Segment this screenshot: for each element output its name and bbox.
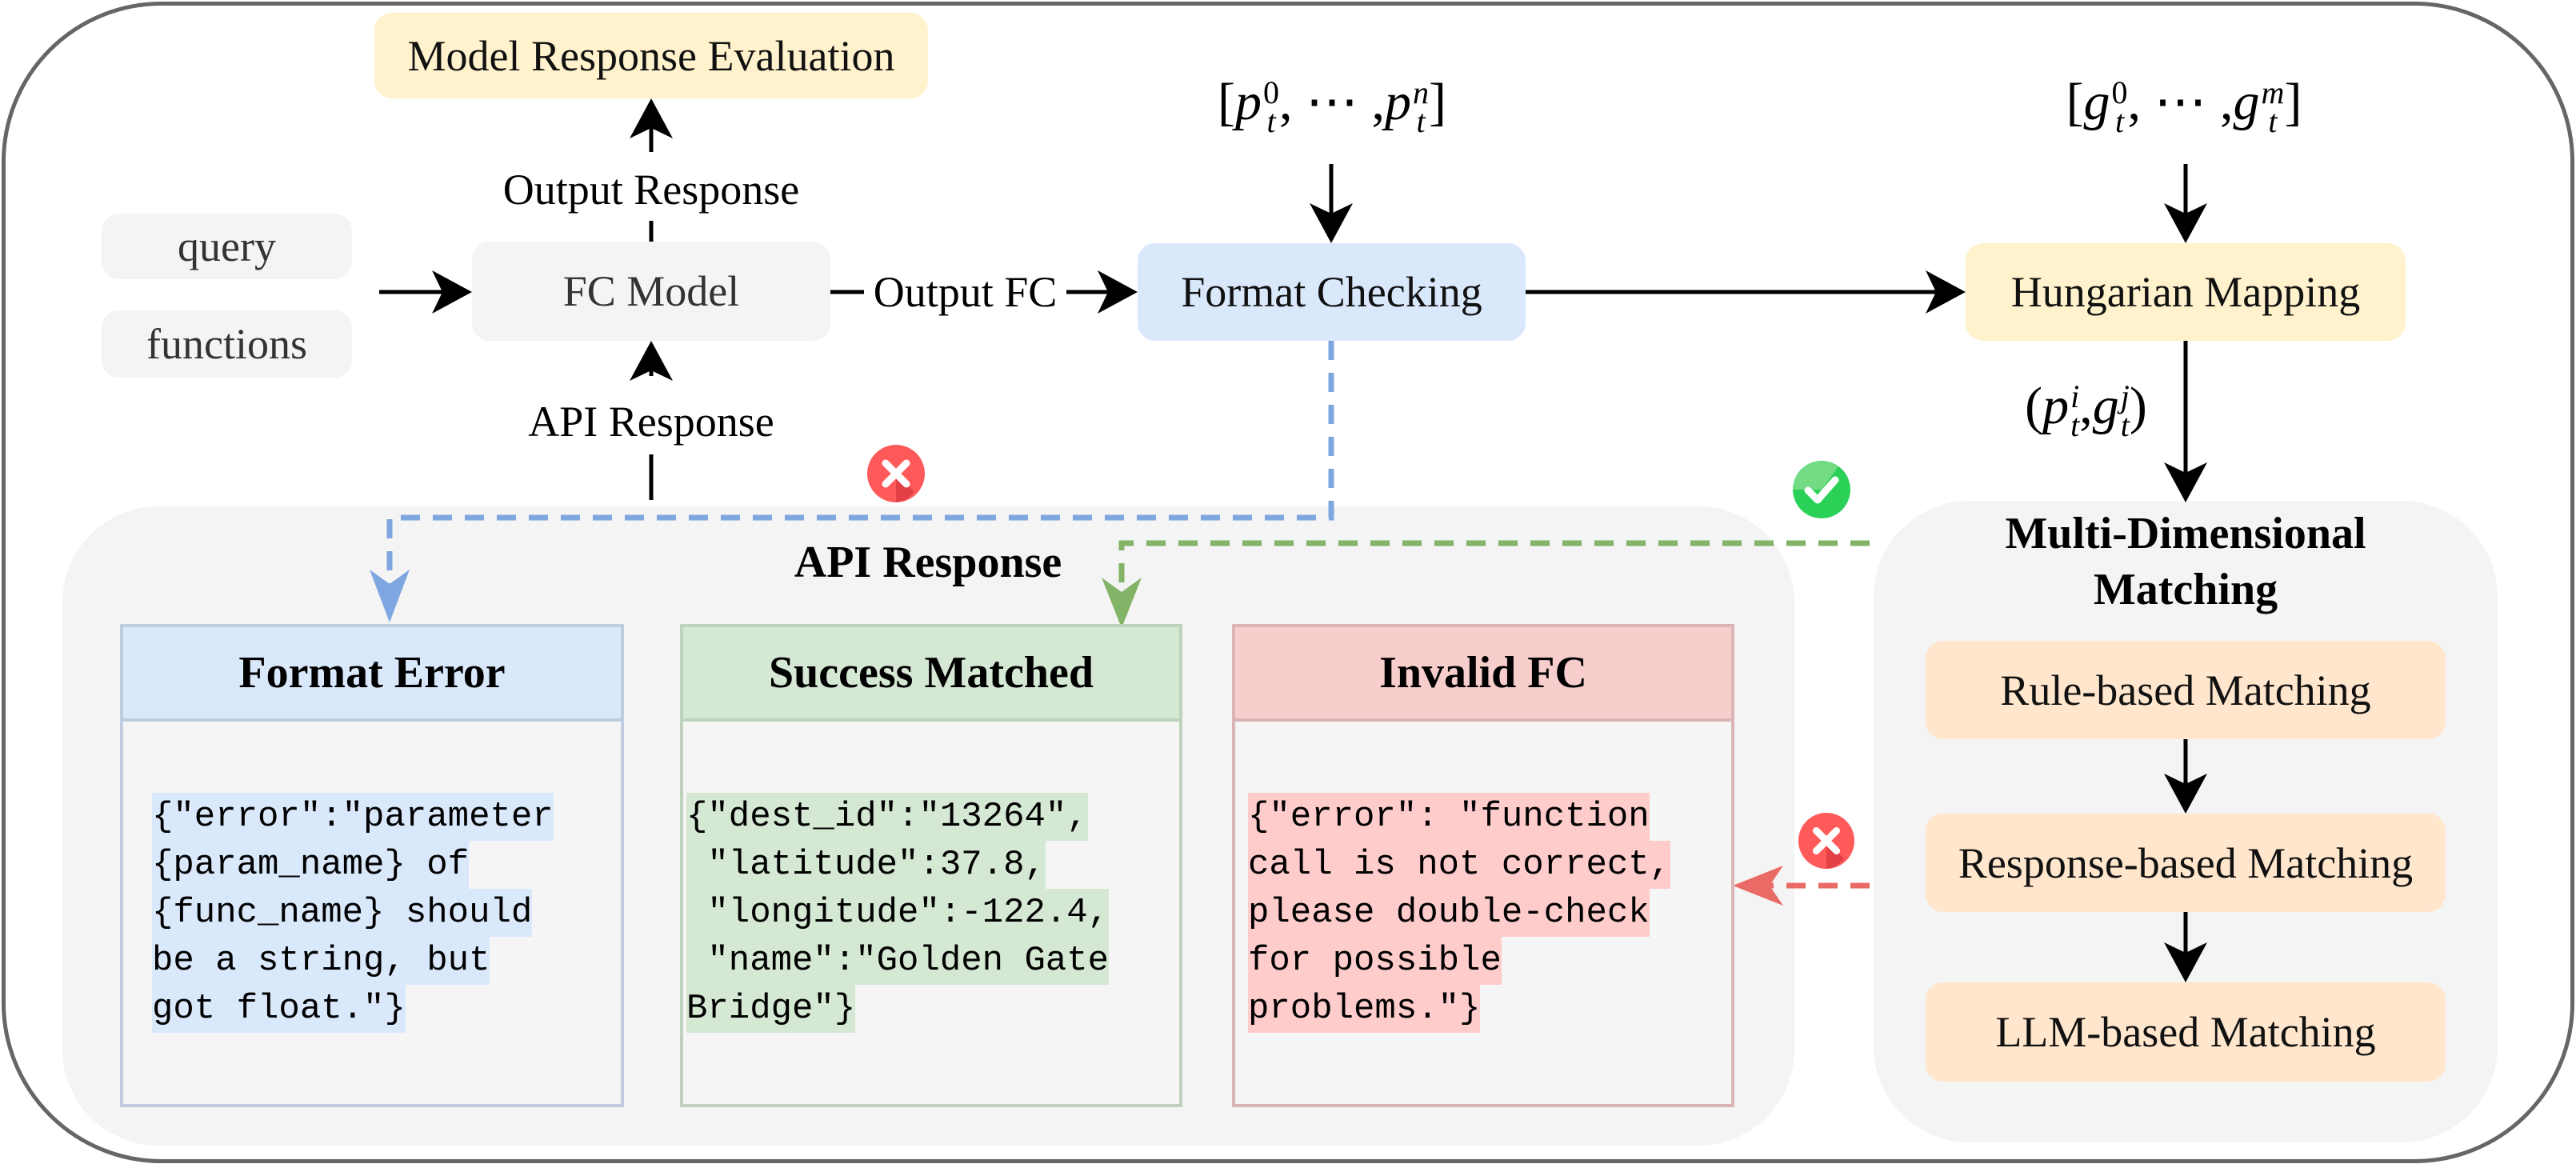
var-g: g — [2083, 73, 2110, 131]
sub-t: t — [1416, 102, 1426, 139]
code-line: {"error": "function — [1248, 793, 1650, 841]
sub-t: t — [1266, 102, 1276, 139]
arrow-inputs-to-fc-model — [379, 270, 472, 314]
bracket-open: [ — [1218, 73, 1235, 131]
code-line: {func_name} should — [152, 889, 533, 937]
paren-open: ( — [2025, 377, 2043, 435]
format-error-title: Format Error — [123, 627, 621, 722]
code-line: be a string, but — [152, 937, 490, 985]
success-matched-title: Success Matched — [683, 627, 1179, 722]
success-matched-card: Success Matched {"dest_id":"13264", "lat… — [680, 624, 1182, 1107]
code-line: please double-check — [1248, 889, 1650, 937]
var-g: g — [2092, 377, 2119, 435]
bracket-close: ] — [1429, 73, 1446, 131]
sub-t: t — [2268, 102, 2278, 139]
output-response-label: Output Response — [488, 164, 814, 215]
matching-title-line-2: Matching — [2093, 565, 2278, 614]
arrow-rule-to-response — [2164, 739, 2207, 814]
bracket-open: [ — [2066, 73, 2084, 131]
invalid-fc-body: {"error": "function call is not correct,… — [1235, 722, 1731, 1104]
cross-icon — [867, 445, 925, 502]
code-line: "latitude":37.8, — [686, 841, 1046, 889]
matching-title-line-1: Multi-Dimensional — [2005, 509, 2366, 558]
code-line: "longitude":-122.4, — [686, 889, 1110, 937]
output-fc-label: Output FC — [864, 266, 1066, 318]
api-response-edge-label: API Response — [504, 396, 798, 447]
cross-icon — [1798, 812, 1855, 870]
code-line: {param_name} of — [152, 841, 470, 889]
rule-based-matching-node: Rule-based Matching — [1926, 641, 2446, 739]
llm-based-matching-node: LLM-based Matching — [1926, 982, 2446, 1082]
arrow-format-checking-to-hungarian — [1526, 270, 1966, 314]
response-based-matching-node: Response-based Matching — [1926, 814, 2446, 912]
paren-close: ) — [2129, 377, 2147, 435]
arrow-response-to-llm — [2164, 912, 2207, 982]
code-line: problems."} — [1248, 985, 1481, 1033]
format-error-card: Format Error {"error":"parameter {param_… — [120, 624, 624, 1107]
code-line: "name":"Golden Gate — [686, 937, 1110, 985]
sub-t: t — [2070, 406, 2080, 443]
comma: , — [2079, 377, 2093, 435]
var-g: g — [2233, 73, 2260, 131]
invalid-fc-title: Invalid FC — [1235, 627, 1731, 722]
var-p: p — [1235, 73, 1262, 131]
invalid-fc-card: Invalid FC {"error": "function call is n… — [1232, 624, 1734, 1107]
arrow-success-flow — [1102, 540, 1870, 628]
sub-t: t — [2114, 102, 2125, 139]
ellipsis: , ⋯ , — [2127, 73, 2234, 131]
format-error-body: {"error":"parameter {param_name} of {fun… — [123, 722, 621, 1104]
var-p: p — [1385, 73, 1411, 131]
ellipsis: , ⋯ , — [1279, 73, 1385, 131]
arrow-pred-list-to-format-checking — [1310, 164, 1353, 243]
arrow-invalid-flow — [1733, 866, 1870, 906]
code-line: {"error":"parameter — [152, 793, 554, 841]
matched-pair-label: (p i t ,g j t) — [2000, 376, 2172, 448]
code-line: for possible — [1248, 937, 1502, 985]
code-line: call is not correct, — [1248, 841, 1671, 889]
code-line: Bridge"} — [686, 985, 856, 1033]
code-line: {"dest_id":"13264", — [686, 793, 1088, 841]
arrow-gold-list-to-hungarian — [2164, 164, 2207, 243]
api-response-panel-title: API Response — [794, 538, 1062, 587]
var-p: p — [2042, 377, 2070, 435]
matching-panel-title: Multi-Dimensional Matching — [1874, 506, 2498, 618]
code-line: got float."} — [152, 985, 406, 1033]
ground-truth-calls-label: [g 0 t, ⋯ ,g m t] — [2032, 70, 2336, 142]
success-matched-body: {"dest_id":"13264", "latitude":37.8, "lo… — [683, 722, 1179, 1104]
check-icon — [1793, 461, 1850, 518]
bracket-close: ] — [2284, 73, 2302, 131]
sub-t: t — [2120, 406, 2130, 443]
predicted-calls-label: [p 0 t, ⋯ ,p n t] — [1184, 70, 1480, 142]
